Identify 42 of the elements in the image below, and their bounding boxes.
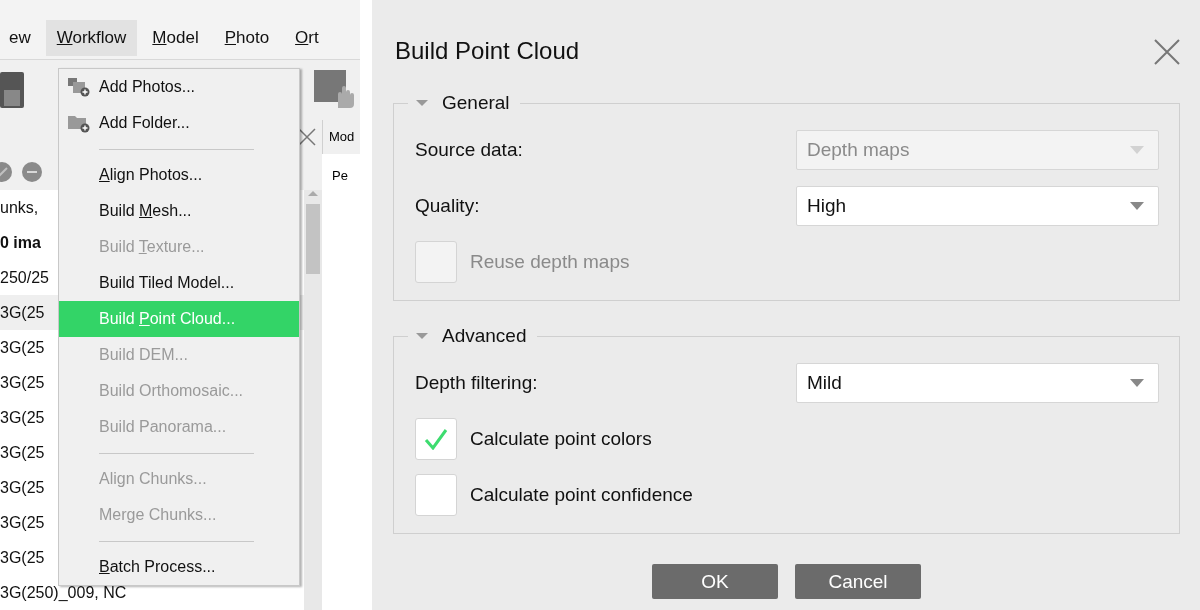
group-title: General bbox=[442, 92, 510, 114]
dialog-button[interactable]: Cancel bbox=[795, 564, 921, 599]
dialog-title: Build Point Cloud bbox=[395, 36, 580, 65]
field-label: Quality: bbox=[415, 195, 480, 217]
scrollbar-thumb[interactable] bbox=[306, 204, 320, 274]
field-label: Source data: bbox=[415, 139, 523, 161]
close-icon[interactable] bbox=[298, 128, 316, 146]
checkbox-label: Calculate point confidence bbox=[470, 484, 693, 506]
dropdown-caret-icon bbox=[1130, 146, 1144, 154]
group-title: Advanced bbox=[442, 325, 527, 347]
checkbox-label: Calculate point colors bbox=[470, 428, 652, 450]
checkbox-label: Reuse depth maps bbox=[470, 251, 630, 273]
menu-bar-item[interactable]: Ort bbox=[284, 20, 330, 56]
menu-bar-item[interactable]: Workflow bbox=[45, 20, 138, 56]
menu-item[interactable]: Align Photos... bbox=[59, 157, 299, 193]
dialog-button[interactable]: OK bbox=[652, 564, 778, 599]
dropdown[interactable]: High bbox=[796, 186, 1159, 226]
check-icon bbox=[424, 428, 448, 450]
add-folder-icon bbox=[67, 113, 91, 133]
collapse-toggle-icon[interactable] bbox=[416, 97, 428, 109]
menu-item[interactable]: Batch Process... bbox=[59, 549, 299, 585]
dropdown-caret-icon bbox=[1130, 379, 1144, 387]
dropdown-caret-icon bbox=[1130, 202, 1144, 210]
field-label: Depth filtering: bbox=[415, 372, 538, 394]
dropdown[interactable]: Mild bbox=[796, 363, 1159, 403]
collapse-toggle-icon[interactable] bbox=[416, 330, 428, 342]
menu-item[interactable]: Add Photos... bbox=[59, 69, 299, 105]
menu-item[interactable]: Build Mesh... bbox=[59, 193, 299, 229]
minus-circle-icon[interactable] bbox=[22, 162, 42, 182]
scroll-up-arrow-icon[interactable] bbox=[308, 190, 318, 198]
save-icon[interactable] bbox=[0, 69, 26, 110]
menu-bar-item[interactable]: Photo bbox=[213, 20, 281, 56]
menu-item[interactable]: Add Folder... bbox=[59, 105, 299, 141]
scrollbar[interactable] bbox=[304, 190, 322, 610]
menu-bar-item[interactable]: ew bbox=[0, 20, 42, 56]
add-photos-icon bbox=[67, 77, 91, 97]
panel-text: Pe bbox=[332, 168, 348, 183]
checkbox[interactable] bbox=[415, 474, 457, 516]
menu-bar-item[interactable]: Model bbox=[141, 20, 210, 56]
close-icon[interactable] bbox=[1154, 39, 1180, 65]
checkbox[interactable] bbox=[415, 418, 457, 460]
menu-item[interactable]: Build Tiled Model... bbox=[59, 265, 299, 301]
